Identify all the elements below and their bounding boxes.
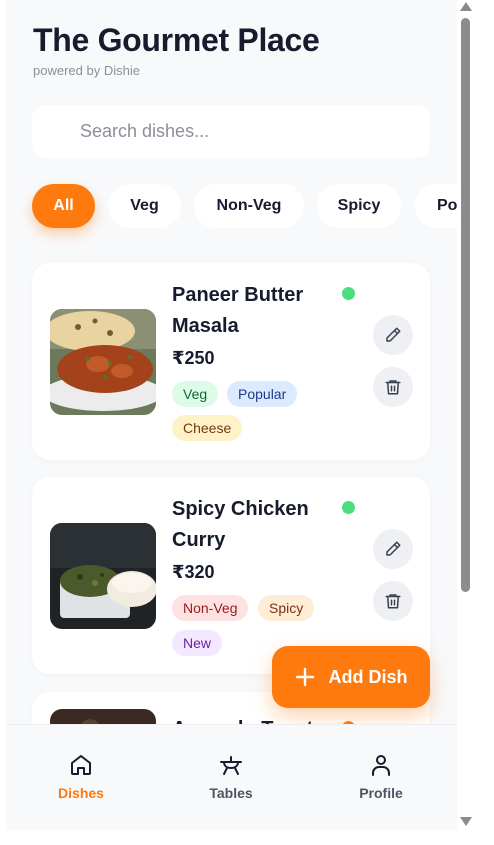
filter-chip-non-veg[interactable]: Non-Veg — [194, 184, 304, 228]
tag-popular: Popular — [227, 381, 298, 407]
scroll-up-arrow-icon[interactable] — [460, 2, 472, 11]
add-dish-label: Add Dish — [328, 666, 408, 687]
scroll-thumb[interactable] — [461, 18, 470, 592]
dish-name-line: Curry — [172, 529, 226, 551]
app-screen: The Gourmet Place powered by Dishie All … — [6, 0, 457, 830]
filter-chip-popular[interactable]: Po — [415, 184, 457, 228]
dish-photo — [50, 523, 156, 629]
search-input[interactable] — [32, 105, 430, 158]
nav-item-profile[interactable]: Profile — [331, 753, 431, 801]
plus-icon — [295, 667, 314, 687]
powered-by-label: powered by Dishie — [33, 63, 140, 78]
delete-button[interactable] — [373, 367, 413, 407]
nav-label: Tables — [209, 785, 253, 801]
edit-button[interactable] — [373, 529, 413, 569]
filter-chip-spicy[interactable]: Spicy — [317, 184, 401, 228]
nav-item-tables[interactable]: Tables — [181, 753, 281, 801]
pencil-icon — [386, 327, 401, 342]
filter-chip-all[interactable]: All — [32, 184, 95, 228]
nav-item-dishes[interactable]: Dishes — [31, 753, 131, 801]
bottom-nav: Dishes Tables Profile — [6, 724, 457, 830]
tag-spicy: Spicy — [258, 595, 315, 621]
dish-price: ₹250 — [172, 348, 215, 368]
search-bar — [32, 105, 430, 158]
edit-button[interactable] — [373, 315, 413, 355]
dish-name-line: Spicy Chicken — [172, 498, 309, 520]
restaurant-title: The Gourmet Place — [33, 22, 320, 58]
pencil-icon — [386, 541, 401, 556]
dish-card[interactable]: Paneer Butter Masala ₹250 Veg Popular Ch… — [32, 263, 430, 460]
tag-cheese: Cheese — [172, 415, 243, 441]
delete-button[interactable] — [373, 581, 413, 621]
dish-name-line: Paneer Butter — [172, 284, 304, 306]
scrollbar[interactable] — [457, 0, 475, 830]
availability-dot — [342, 501, 355, 514]
dish-name: Spicy Chicken Curry — [172, 494, 342, 556]
filter-chip-veg[interactable]: Veg — [108, 184, 181, 228]
trash-icon — [385, 380, 401, 395]
trash-icon — [385, 594, 401, 609]
home-icon — [71, 755, 91, 775]
tag-new: New — [172, 630, 223, 656]
nav-label: Profile — [359, 785, 403, 801]
scroll-down-arrow-icon[interactable] — [460, 817, 472, 826]
dish-name: Paneer Butter Masala — [172, 280, 342, 342]
dish-price: ₹320 — [172, 562, 215, 582]
table-icon — [220, 756, 242, 775]
availability-dot — [342, 287, 355, 300]
tag-veg: Veg — [172, 381, 219, 407]
user-icon — [372, 755, 390, 776]
dish-card[interactable]: Spicy Chicken Curry ₹320 Non-Veg Spicy N… — [32, 477, 430, 674]
dish-name-line: Masala — [172, 315, 239, 337]
tag-non-veg: Non-Veg — [172, 595, 249, 621]
dish-photo — [50, 309, 156, 415]
add-dish-button[interactable]: Add Dish — [272, 646, 430, 708]
nav-label: Dishes — [58, 785, 104, 801]
